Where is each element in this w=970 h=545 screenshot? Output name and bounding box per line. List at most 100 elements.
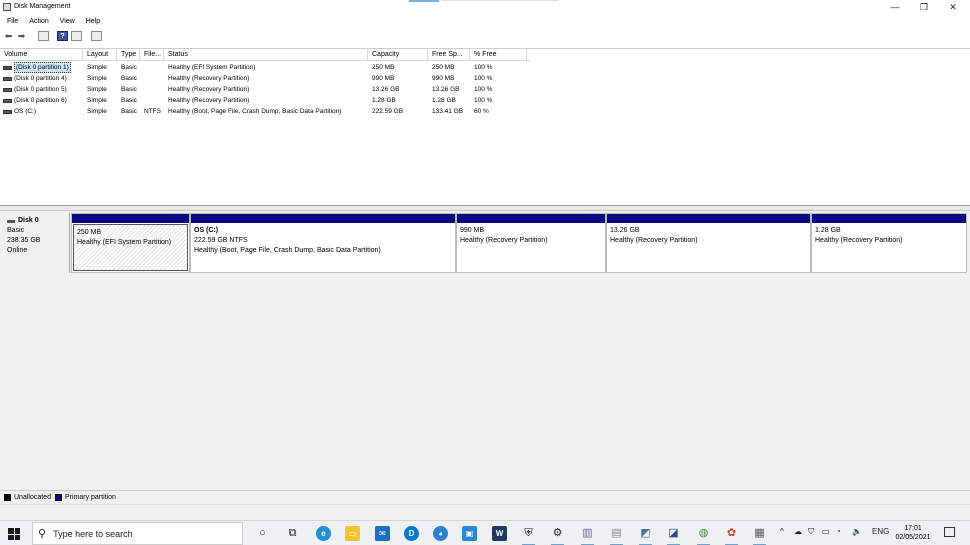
column-type[interactable]: Type <box>117 49 140 60</box>
filesystem-cell: NTFS <box>144 108 161 115</box>
title-accent-line <box>442 0 559 1</box>
app-icon[interactable]: ▤ <box>609 526 624 545</box>
store-icon[interactable]: ▣ <box>462 526 477 541</box>
drive-icon <box>3 109 12 114</box>
console-icon[interactable] <box>91 31 102 41</box>
status-cell: Healthy (Recovery Partition) <box>168 75 250 82</box>
capacity-cell: 1.28 GB <box>372 97 396 104</box>
primary-partition-bar <box>812 214 966 223</box>
layout-cell: Simple <box>87 64 107 71</box>
table-row[interactable]: (Disk 0 partition 4) Simple Basic Health… <box>0 73 527 84</box>
battery-icon[interactable]: ▭ <box>822 527 830 536</box>
partition-os[interactable]: OS (C:) 222.59 GB NTFS Healthy (Boot, Pa… <box>190 213 456 273</box>
onedrive-icon[interactable]: ☁ <box>794 527 802 536</box>
column-filesystem[interactable]: File... <box>140 49 164 60</box>
app-icon[interactable]: ✿ <box>724 526 739 545</box>
disk-management-icon <box>3 3 11 11</box>
column-percent-free[interactable]: % Free <box>470 49 527 60</box>
table-row[interactable]: (Disk 0 partition 1) Simple Basic Health… <box>0 62 527 73</box>
word-icon[interactable]: W <box>492 526 507 541</box>
close-button[interactable]: ✕ <box>938 0 968 15</box>
column-layout[interactable]: Layout <box>83 49 117 60</box>
primary-partition-bar <box>457 214 605 223</box>
language-indicator[interactable]: ENG <box>872 527 889 536</box>
partition-size: 990 MB <box>460 227 485 234</box>
disk-name: Disk 0 <box>18 217 39 224</box>
disk-state: Online <box>7 247 28 254</box>
menu-file[interactable]: File <box>3 16 22 28</box>
partition-status: Healthy (Recovery Partition) <box>460 237 548 244</box>
partition-efi[interactable]: 250 MB Healthy (EFI System Partition) <box>71 213 190 273</box>
menu-bar: File Action View Help <box>0 16 970 28</box>
show-hidden-icons-icon[interactable]: ^ <box>780 527 784 536</box>
layout-cell: Simple <box>87 86 107 93</box>
task-view-icon[interactable]: ⧉ <box>285 526 300 541</box>
table-row[interactable]: OS (C:) Simple Basic NTFS Healthy (Boot,… <box>0 106 527 117</box>
network-icon[interactable]: ◔ <box>836 527 841 536</box>
security-icon[interactable]: ⛨ <box>521 526 536 545</box>
notification-center-icon[interactable] <box>944 527 955 537</box>
volume-name: OS (C:) <box>14 108 37 115</box>
table-row[interactable]: (Disk 0 partition 5) Simple Basic Health… <box>0 84 527 95</box>
list-view-icon[interactable] <box>71 31 82 41</box>
properties-icon[interactable] <box>38 31 49 41</box>
help-icon[interactable]: ? <box>57 31 68 41</box>
column-volume[interactable]: Volume <box>0 49 83 60</box>
app-icon[interactable]: ▥ <box>580 526 595 545</box>
filesystem-cell <box>140 62 164 73</box>
settings-icon[interactable]: ⚙ <box>550 526 565 545</box>
table-row[interactable]: (Disk 0 partition 6) Simple Basic Health… <box>0 95 527 106</box>
disk-info[interactable]: Disk 0 Basic 238.35 GB Online <box>2 213 70 273</box>
partition-recovery-2[interactable]: 13.26 GB Healthy (Recovery Partition) <box>606 213 811 273</box>
file-explorer-icon[interactable]: ▭ <box>345 526 360 541</box>
partition-recovery-3[interactable]: 1.28 GB Healthy (Recovery Partition) <box>811 213 967 273</box>
free-space-cell: 13.26 GB <box>432 86 460 93</box>
column-capacity[interactable]: Capacity <box>368 49 428 60</box>
shield-tray-icon[interactable]: ⛉ <box>808 527 814 537</box>
partition-recovery-1[interactable]: 990 MB Healthy (Recovery Partition) <box>456 213 606 273</box>
clock[interactable]: 17:01 02/05/2021 <box>892 524 934 542</box>
toolbar: ⬅ ➡ ? <box>0 29 970 44</box>
column-status[interactable]: Status <box>164 49 368 60</box>
layout-cell: Simple <box>87 97 107 104</box>
back-arrow-icon[interactable]: ⬅ <box>3 31 14 41</box>
column-free-space[interactable]: Free Sp... <box>428 49 470 60</box>
minimize-button[interactable]: — <box>880 0 910 15</box>
type-cell: Basic <box>121 75 137 82</box>
drive-icon <box>3 76 12 81</box>
app-icon[interactable]: ◕ <box>433 526 448 541</box>
menu-action[interactable]: Action <box>25 16 52 28</box>
cortana-icon[interactable]: ○ <box>255 526 270 541</box>
taskbar-search[interactable]: ⚲ Type here to search <box>32 522 243 545</box>
percent-free-cell: 100 % <box>474 64 493 71</box>
partition-status: Healthy (Recovery Partition) <box>610 237 698 244</box>
type-cell: Basic <box>121 97 137 104</box>
mail-icon[interactable]: ✉ <box>375 526 390 541</box>
app-icon[interactable]: ◍ <box>696 526 711 545</box>
app-icon[interactable]: ◪ <box>666 526 681 545</box>
filesystem-cell <box>140 84 164 95</box>
percent-free-cell: 100 % <box>474 97 493 104</box>
status-cell: Healthy (Recovery Partition) <box>168 97 250 104</box>
forward-arrow-icon[interactable]: ➡ <box>16 31 27 41</box>
disk-graphical-pane: Disk 0 Basic 238.35 GB Online 250 MB Hea… <box>0 211 970 490</box>
primary-partition-swatch <box>54 494 62 501</box>
volume-table-body: (Disk 0 partition 1) Simple Basic Health… <box>0 62 527 117</box>
unallocated-swatch <box>4 494 11 501</box>
clock-time: 17:01 <box>904 525 922 532</box>
volume-icon[interactable]: 🔈 <box>852 527 862 536</box>
maximize-button[interactable]: ❐ <box>909 0 939 15</box>
menu-help[interactable]: Help <box>82 16 104 28</box>
edge-icon[interactable]: e <box>316 526 331 541</box>
drive-icon <box>3 87 12 92</box>
partition-size: 222.59 GB NTFS <box>194 237 248 244</box>
menu-view[interactable]: View <box>56 16 79 28</box>
free-space-cell: 133.41 GB <box>432 108 464 115</box>
status-cell: Healthy (Recovery Partition) <box>168 86 250 93</box>
app-icon[interactable]: ◩ <box>638 526 653 545</box>
dell-icon[interactable]: D <box>404 526 419 541</box>
app-icon[interactable]: ▦ <box>752 526 767 545</box>
search-icon: ⚲ <box>38 528 47 540</box>
volume-name: (Disk 0 partition 5) <box>14 86 67 93</box>
windows-start-icon[interactable] <box>8 528 20 540</box>
